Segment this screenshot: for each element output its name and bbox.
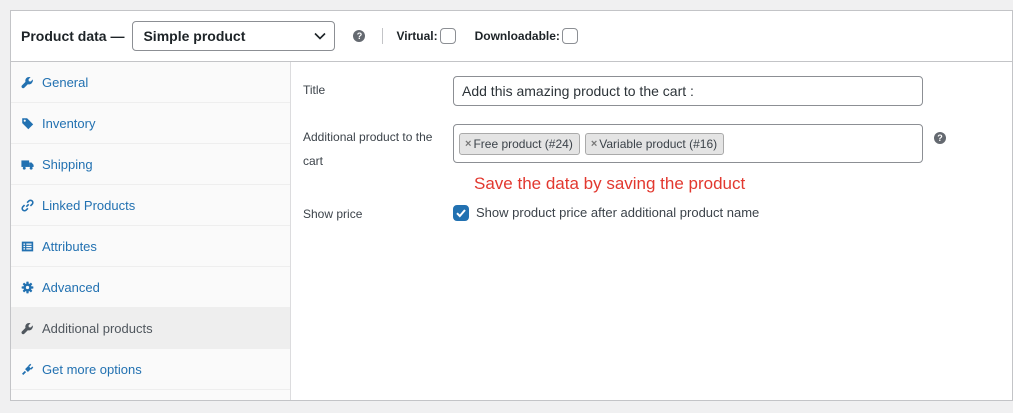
tab-label: Advanced	[42, 279, 100, 295]
tab-label: Linked Products	[42, 197, 136, 213]
product-data-panel: Product data — Simple product ? Virtual:…	[10, 10, 1013, 401]
show-price-text: Show product price after additional prod…	[476, 205, 760, 220]
gear-icon	[20, 280, 34, 294]
tab-attributes[interactable]: Attributes	[11, 226, 290, 267]
show-price-label: Show price	[303, 207, 363, 221]
selected-product-chip: × Variable product (#16)	[584, 132, 725, 155]
tag-icon	[20, 116, 34, 130]
tab-get-more-options[interactable]: Get more options	[11, 349, 290, 390]
tab-label: Additional products	[42, 320, 153, 336]
product-data-tabs: General Inventory Shipping Linked Produc…	[11, 62, 291, 400]
plugin-icon	[20, 362, 34, 376]
chip-label: Variable product (#16)	[599, 136, 718, 151]
chevron-down-icon	[314, 30, 327, 42]
tab-general[interactable]: General	[11, 62, 290, 103]
checkmark-icon	[456, 209, 466, 218]
additional-product-select[interactable]: × Free product (#24) × Variable product …	[453, 124, 923, 163]
product-data-title: Product data —	[21, 28, 125, 44]
tab-label: General	[42, 74, 89, 90]
wrench-icon	[20, 321, 34, 335]
tab-label: Attributes	[42, 238, 97, 254]
truck-icon	[20, 157, 34, 171]
remove-chip-button[interactable]: ×	[465, 138, 471, 150]
virtual-checkbox[interactable]	[439, 28, 456, 44]
tab-shipping[interactable]: Shipping	[11, 144, 290, 185]
chip-label: Free product (#24)	[473, 136, 573, 151]
help-icon[interactable]: ?	[353, 30, 366, 42]
tab-linked-products[interactable]: Linked Products	[11, 185, 290, 226]
tab-label: Shipping	[42, 156, 93, 172]
product-type-select[interactable]: Simple product	[132, 21, 336, 51]
downloadable-checkbox[interactable]	[561, 28, 578, 44]
tab-label: Inventory	[42, 115, 96, 131]
title-input[interactable]: Add this amazing product to the cart :	[453, 76, 923, 106]
additional-product-label: Additional product to the	[303, 130, 433, 144]
selected-product-chip: × Free product (#24)	[459, 132, 580, 155]
remove-chip-button[interactable]: ×	[591, 138, 597, 150]
additional-products-panel: Title Add this amazing product to the ca…	[292, 62, 1012, 400]
show-price-checkbox[interactable]	[453, 205, 469, 221]
wrench-icon	[20, 75, 34, 89]
help-icon[interactable]: ?	[934, 132, 946, 144]
tab-advanced[interactable]: Advanced	[11, 267, 290, 308]
tab-label: Get more options	[42, 361, 142, 377]
tab-inventory[interactable]: Inventory	[11, 103, 290, 144]
tab-additional-products[interactable]: Additional products	[11, 308, 290, 349]
link-icon	[20, 198, 34, 212]
save-notice: Save the data by saving the product	[474, 174, 746, 193]
additional-product-label-cont: cart	[303, 154, 324, 168]
virtual-label: Virtual:	[396, 29, 438, 43]
downloadable-label: Downloadable:	[474, 29, 560, 43]
divider	[382, 28, 384, 44]
product-data-header: Product data — Simple product ? Virtual:…	[11, 11, 1012, 62]
title-label: Title	[303, 83, 326, 97]
product-type-value: Simple product	[143, 28, 246, 44]
list-icon	[20, 239, 34, 253]
